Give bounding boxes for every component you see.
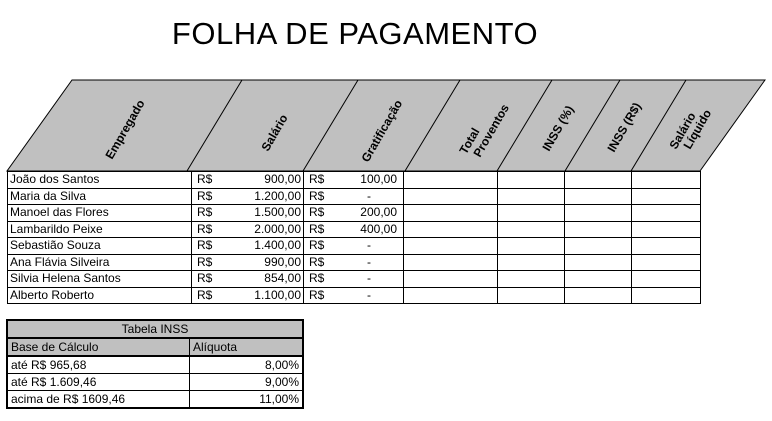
inss-rs-cell [564, 171, 632, 188]
currency-cell: R$ [197, 172, 213, 187]
currency-cell: R$ [197, 221, 213, 236]
salary-cell: 990,00 [221, 254, 304, 271]
inss-pct-cell [497, 270, 565, 287]
currency-cell: R$ [309, 287, 325, 302]
bonus-cell: 100,00 [333, 171, 404, 188]
salary-cell: 854,00 [221, 270, 304, 287]
inss-row-rate: 9,00% [189, 373, 303, 391]
bonus-cell: - [333, 287, 404, 304]
salario-liquido-cell [631, 171, 701, 188]
salario-liquido-cell [631, 204, 701, 221]
currency-cell: R$ [309, 205, 325, 220]
employee-name-cell: Sebastião Souza [7, 237, 192, 254]
payroll-table: João dos Santos R$ 900,00 R$ 100,00 Maria da … [7, 171, 701, 304]
table-row: Manoel das Flores R$ 1.500,00 R$ 200,00 [7, 204, 701, 221]
salary-cell: 1.100,00 [221, 287, 304, 304]
bonus-cell: - [333, 270, 404, 287]
salary-cell: 1.400,00 [221, 237, 304, 254]
employee-name-cell: Alberto Roberto [7, 287, 192, 304]
employee-name-cell: Silvia Helena Santos [7, 270, 192, 287]
currency-cell: R$ [197, 271, 213, 286]
currency-cell: R$ [309, 172, 325, 187]
inss-col-base: Base de Cálculo [7, 338, 190, 357]
inss-rs-cell [564, 204, 632, 221]
bonus-cell: 400,00 [333, 221, 404, 238]
table-row: Lambarildo Peixe R$ 2.000,00 R$ 400,00 [7, 221, 701, 238]
table-row: Ana Flávia Silveira R$ 990,00 R$ - [7, 254, 701, 271]
currency-cell: R$ [309, 238, 325, 253]
table-row: Sebastião Souza R$ 1.400,00 R$ - [7, 237, 701, 254]
inss-row-base: acima de R$ 1609,46 [7, 390, 190, 409]
currency-cell: R$ [309, 221, 325, 236]
inss-rs-cell [564, 237, 632, 254]
salario-liquido-cell [631, 221, 701, 238]
total-proventos-cell [403, 204, 498, 221]
total-proventos-cell [403, 270, 498, 287]
inss-rs-cell [564, 254, 632, 271]
employee-name-cell: Manoel das Flores [7, 204, 192, 221]
total-proventos-cell [403, 221, 498, 238]
currency-cell: R$ [309, 188, 325, 203]
salario-liquido-cell [631, 188, 701, 205]
total-proventos-cell [403, 287, 498, 304]
employee-name-cell: João dos Santos [7, 171, 192, 188]
currency-cell: R$ [309, 271, 325, 286]
total-proventos-cell [403, 254, 498, 271]
inss-pct-cell [497, 287, 565, 304]
inss-row-rate: 11,00% [189, 390, 303, 409]
currency-cell: R$ [197, 188, 213, 203]
bonus-cell: - [333, 237, 404, 254]
currency-cell: R$ [197, 238, 213, 253]
inss-row-base: até R$ 1.609,46 [7, 373, 190, 391]
inss-pct-cell [497, 188, 565, 205]
inss-row-base: até R$ 965,68 [7, 356, 190, 374]
employee-name-cell: Ana Flávia Silveira [7, 254, 192, 271]
inss-rs-cell [564, 221, 632, 238]
table-row: João dos Santos R$ 900,00 R$ 100,00 [7, 171, 701, 188]
employee-name-cell: Maria da Silva [7, 188, 192, 205]
inss-pct-cell [497, 237, 565, 254]
total-proventos-cell [403, 171, 498, 188]
inss-col-rate: Alíquota [189, 338, 303, 357]
inss-pct-cell [497, 171, 565, 188]
inss-pct-cell [497, 254, 565, 271]
salary-cell: 1.200,00 [221, 188, 304, 205]
slanted-header: Empregado Salário Gratificação Total Pro… [6, 79, 766, 172]
inss-row-rate: 8,00% [189, 356, 303, 374]
bonus-cell: - [333, 188, 404, 205]
inss-table: Tabela INSS Base de Cálculo Alíquota até… [6, 319, 304, 409]
salary-cell: 2.000,00 [221, 221, 304, 238]
employee-name-cell: Lambarildo Peixe [7, 221, 192, 238]
bonus-cell: 200,00 [333, 204, 404, 221]
currency-cell: R$ [197, 254, 213, 269]
salario-liquido-cell [631, 270, 701, 287]
table-row: Alberto Roberto R$ 1.100,00 R$ - [7, 287, 701, 304]
inss-rs-cell [564, 270, 632, 287]
bonus-cell: - [333, 254, 404, 271]
inss-pct-cell [497, 204, 565, 221]
inss-pct-cell [497, 221, 565, 238]
inss-rs-cell [564, 287, 632, 304]
currency-cell: R$ [197, 287, 213, 302]
inss-table-caption: Tabela INSS [7, 320, 303, 339]
inss-rs-cell [564, 188, 632, 205]
salary-cell: 900,00 [221, 171, 304, 188]
salary-cell: 1.500,00 [221, 204, 304, 221]
table-row: Maria da Silva R$ 1.200,00 R$ - [7, 188, 701, 205]
total-proventos-cell [403, 237, 498, 254]
currency-cell: R$ [197, 205, 213, 220]
total-proventos-cell [403, 188, 498, 205]
table-row: Silvia Helena Santos R$ 854,00 R$ - [7, 270, 701, 287]
salario-liquido-cell [631, 237, 701, 254]
salario-liquido-cell [631, 254, 701, 271]
salario-liquido-cell [631, 287, 701, 304]
currency-cell: R$ [309, 254, 325, 269]
